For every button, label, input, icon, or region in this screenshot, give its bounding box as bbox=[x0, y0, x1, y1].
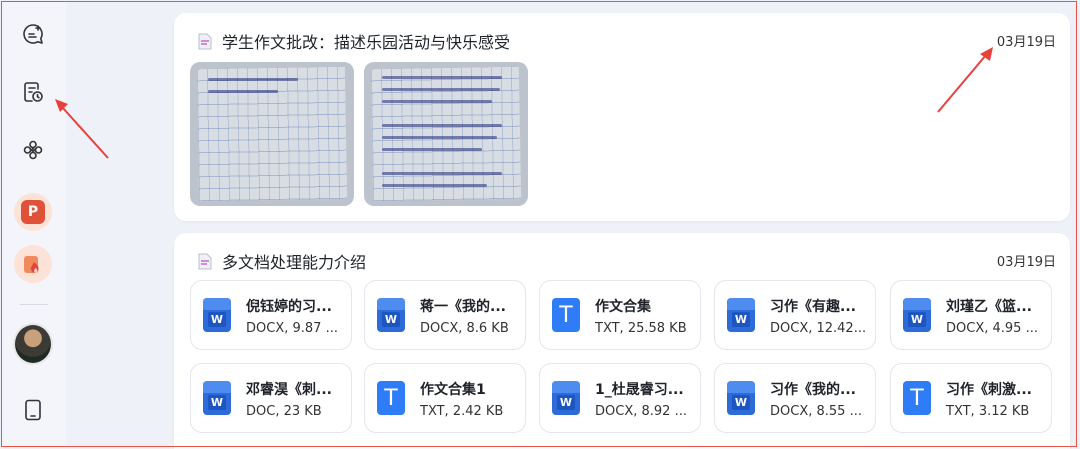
document-icon bbox=[198, 33, 212, 50]
word-file-icon: W bbox=[727, 381, 755, 415]
device-icon[interactable] bbox=[13, 390, 53, 430]
word-file-icon: W bbox=[903, 298, 931, 332]
file-tile[interactable]: T 作文合集 TXT, 25.58 KB bbox=[539, 280, 701, 350]
file-meta: DOCX, 8.6 KB bbox=[420, 321, 509, 336]
history-icon[interactable] bbox=[13, 72, 53, 112]
file-meta: DOCX, 12.42... bbox=[770, 321, 867, 336]
txt-file-icon: T bbox=[903, 381, 931, 415]
file-name: 蒋一《我的... bbox=[420, 299, 506, 315]
card-header: 学生作文批改：描述乐园活动与快乐感受 bbox=[198, 29, 510, 53]
file-meta: DOCX, 9.87 ... bbox=[246, 321, 338, 336]
card-title: 多文档处理能力介绍 bbox=[222, 253, 367, 272]
file-meta: DOCX, 8.55 ... bbox=[770, 404, 862, 419]
file-tile[interactable]: W 习作《有趣... DOCX, 12.42... bbox=[714, 280, 876, 350]
file-meta: DOCX, 8.92 ... bbox=[595, 404, 687, 419]
txt-file-icon: T bbox=[377, 381, 405, 415]
word-file-icon: W bbox=[552, 381, 580, 415]
card-title: 学生作文批改：描述乐园活动与快乐感受 bbox=[222, 33, 511, 52]
ppt-app-icon[interactable]: P bbox=[13, 192, 53, 232]
file-meta: TXT, 2.42 KB bbox=[420, 404, 504, 419]
new-chat-icon[interactable] bbox=[13, 14, 53, 54]
file-name: 刘瑾乙《篮... bbox=[946, 299, 1032, 315]
file-tile[interactable]: W 邓睿淏《刺... DOC, 23 KB bbox=[190, 363, 352, 433]
file-tile[interactable]: W 刘瑾乙《篮... DOCX, 4.95 ... bbox=[890, 280, 1052, 350]
file-tile[interactable]: W 1_杜晟睿习... DOCX, 8.92 ... bbox=[539, 363, 701, 433]
avatar[interactable] bbox=[13, 323, 53, 365]
essay-image-thumbnail[interactable] bbox=[364, 62, 528, 206]
card-date: 03月19日 bbox=[996, 255, 1056, 270]
word-file-icon: W bbox=[203, 298, 231, 332]
file-tile[interactable]: W 蒋一《我的... DOCX, 8.6 KB bbox=[364, 280, 526, 350]
file-tile[interactable]: T 习作《刺激... TXT, 3.12 KB bbox=[890, 363, 1052, 433]
file-name: 习作《刺激... bbox=[946, 382, 1032, 398]
fire-app-icon[interactable] bbox=[13, 244, 53, 284]
file-meta: TXT, 3.12 KB bbox=[946, 404, 1030, 419]
file-name: 1_杜晟睿习... bbox=[595, 382, 684, 398]
card-header: 多文档处理能力介绍 bbox=[198, 249, 366, 273]
file-name: 邓睿淏《刺... bbox=[246, 382, 332, 398]
file-name: 习作《我的... bbox=[770, 382, 856, 398]
ppt-letter: P bbox=[21, 200, 45, 224]
file-meta: DOCX, 4.95 ... bbox=[946, 321, 1038, 336]
word-file-icon: W bbox=[377, 298, 405, 332]
apps-icon[interactable] bbox=[13, 130, 53, 170]
file-tile[interactable]: W 习作《我的... DOCX, 8.55 ... bbox=[714, 363, 876, 433]
history-card-essay[interactable]: 学生作文批改：描述乐园活动与快乐感受 03月19日 bbox=[174, 13, 1070, 221]
file-name: 习作《有趣... bbox=[770, 299, 856, 315]
file-name: 作文合集1 bbox=[420, 382, 486, 398]
txt-file-icon: T bbox=[552, 298, 580, 332]
file-meta: DOC, 23 KB bbox=[246, 404, 322, 419]
word-file-icon: W bbox=[203, 381, 231, 415]
file-name: 作文合集 bbox=[595, 299, 651, 315]
card-date: 03月19日 bbox=[996, 35, 1056, 50]
sidebar-divider bbox=[20, 304, 48, 305]
sidebar: P bbox=[2, 2, 66, 447]
file-tile[interactable]: W 倪钰婷的习... DOCX, 9.87 ... bbox=[190, 280, 352, 350]
file-meta: TXT, 25.58 KB bbox=[595, 321, 687, 336]
document-icon bbox=[198, 253, 212, 270]
word-file-icon: W bbox=[727, 298, 755, 332]
history-card-documents[interactable]: 多文档处理能力介绍 03月19日 W 倪钰婷的习... DOCX, 9.87 ...… bbox=[174, 233, 1070, 449]
file-name: 倪钰婷的习... bbox=[246, 299, 332, 315]
file-tile[interactable]: T 作文合集1 TXT, 2.42 KB bbox=[364, 363, 526, 433]
essay-image-thumbnail[interactable] bbox=[190, 62, 354, 206]
